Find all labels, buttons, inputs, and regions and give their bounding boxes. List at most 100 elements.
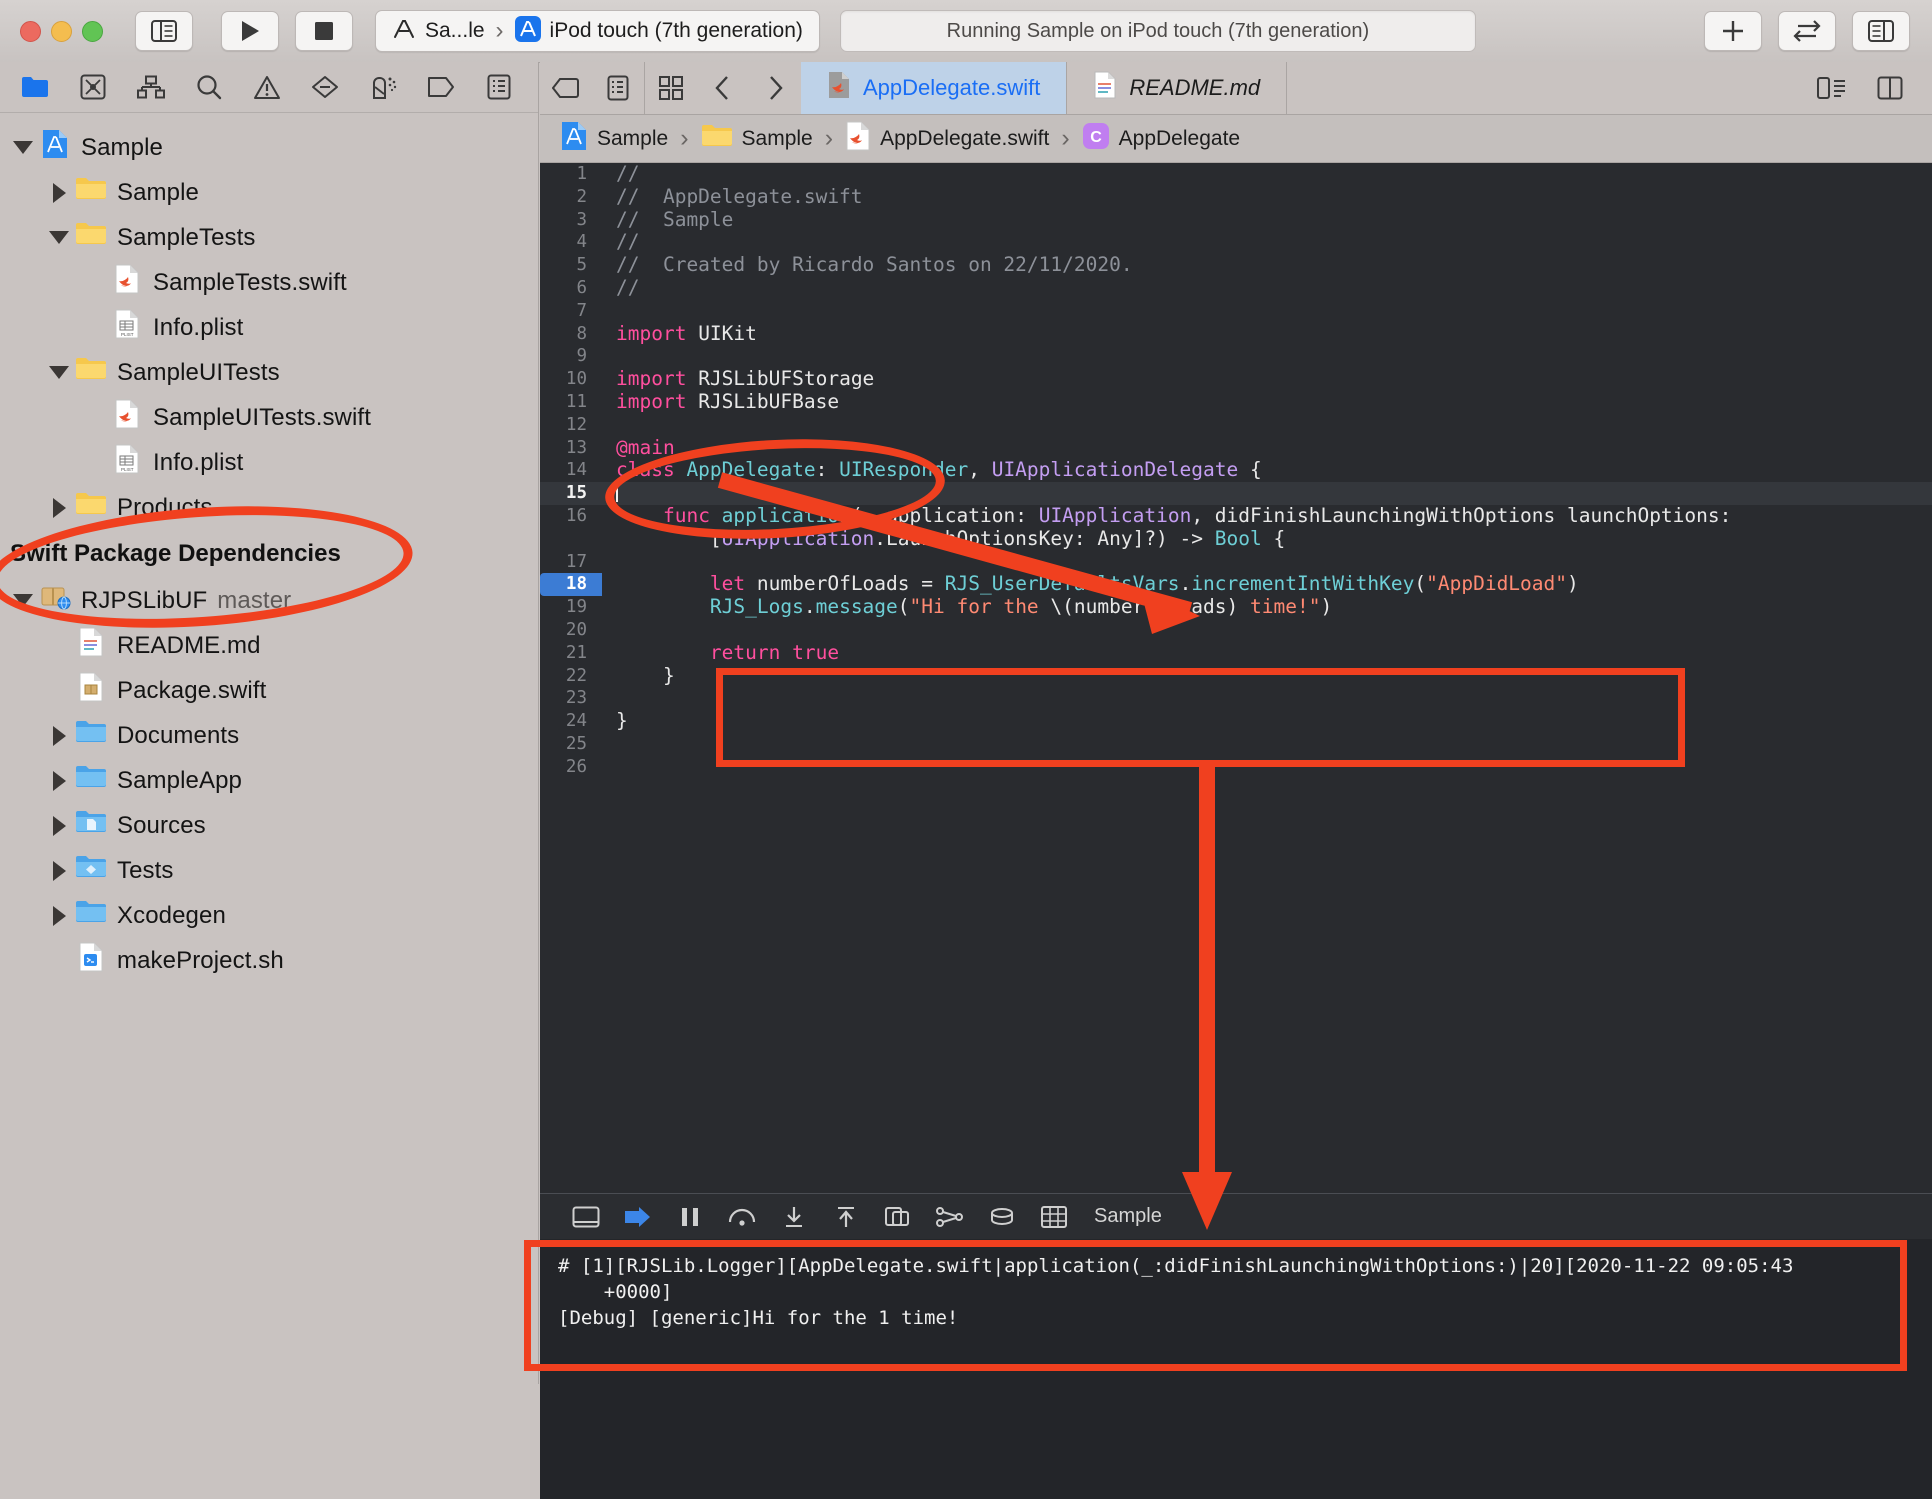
- breadcrumb-item[interactable]: Sample: [560, 121, 668, 157]
- line-number[interactable]: 23: [540, 687, 602, 710]
- tree-item[interactable]: PLISTInfo.plist: [0, 305, 538, 350]
- tree-item[interactable]: Products: [0, 485, 538, 530]
- line-number[interactable]: 22: [540, 665, 602, 688]
- tree-item[interactable]: SampleUITests.swift: [0, 395, 538, 440]
- code-line[interactable]: 16 func application(_ application: UIApp…: [540, 505, 1932, 528]
- breadcrumb-item[interactable]: AppDelegate.swift: [845, 121, 1049, 157]
- chevron-down-icon[interactable]: [8, 141, 38, 154]
- memory-graph-icon[interactable]: [924, 1205, 976, 1229]
- package-tree-item[interactable]: Documents: [0, 713, 538, 758]
- line-number[interactable]: 14: [540, 459, 602, 482]
- issue-navigator-icon[interactable]: [238, 65, 296, 109]
- step-over-icon[interactable]: [716, 1206, 768, 1228]
- package-tree-item[interactable]: Xcodegen: [0, 893, 538, 938]
- chevron-right-icon[interactable]: [44, 771, 74, 791]
- tree-item[interactable]: SampleTests: [0, 215, 538, 260]
- hide-console-icon[interactable]: [560, 1206, 612, 1228]
- code-line[interactable]: 17: [540, 551, 1932, 574]
- chevron-right-icon[interactable]: [44, 816, 74, 836]
- tree-item[interactable]: SampleTests.swift: [0, 260, 538, 305]
- code-line[interactable]: 1//: [540, 163, 1932, 186]
- test-navigator-icon[interactable]: [296, 65, 354, 109]
- code-line[interactable]: 19 RJS_Logs.message("Hi for the \(number…: [540, 596, 1932, 619]
- package-tree-item[interactable]: README.md: [0, 623, 538, 668]
- chevron-down-icon[interactable]: [44, 366, 74, 379]
- code-line[interactable]: [UIApplication.LaunchOptionsKey: Any]?) …: [540, 528, 1932, 551]
- line-number[interactable]: 7: [540, 300, 602, 323]
- code-line[interactable]: 4//: [540, 231, 1932, 254]
- line-number[interactable]: 19: [540, 596, 602, 619]
- package-tree-item[interactable]: Tests: [0, 848, 538, 893]
- line-number[interactable]: 17: [540, 551, 602, 574]
- tree-item[interactable]: Sample: [0, 125, 538, 170]
- line-number[interactable]: 12: [540, 414, 602, 437]
- view-hierarchy-icon[interactable]: [872, 1205, 924, 1229]
- code-line[interactable]: 20: [540, 619, 1932, 642]
- code-line[interactable]: 8import UIKit: [540, 323, 1932, 346]
- line-number[interactable]: 25: [540, 733, 602, 756]
- line-number[interactable]: 10: [540, 368, 602, 391]
- code-line[interactable]: 18 let numberOfLoads = RJS_UserDefaultsV…: [540, 573, 1932, 596]
- chevron-right-icon[interactable]: [44, 183, 74, 203]
- line-number[interactable]: 26: [540, 756, 602, 779]
- line-number[interactable]: 20: [540, 619, 602, 642]
- code-line[interactable]: 24}: [540, 710, 1932, 733]
- line-number[interactable]: 8: [540, 323, 602, 346]
- close-button[interactable]: [20, 21, 41, 42]
- code-line[interactable]: 12: [540, 414, 1932, 437]
- source-code-editor[interactable]: 1//2// AppDelegate.swift3// Sample4//5//…: [540, 163, 1932, 1193]
- code-line[interactable]: 13@main: [540, 437, 1932, 460]
- line-number[interactable]: 2: [540, 186, 602, 209]
- breadcrumb[interactable]: Sample›Sample›AppDelegate.swift›CAppDele…: [540, 115, 1932, 163]
- source-control-navigator-icon[interactable]: [64, 65, 122, 109]
- step-into-icon[interactable]: [768, 1205, 820, 1229]
- forward-icon[interactable]: [749, 62, 801, 114]
- tab-appdelegate-swift[interactable]: AppDelegate.swift: [801, 62, 1067, 114]
- stop-button[interactable]: [295, 11, 353, 51]
- breakpoint-navigator-icon[interactable]: [412, 65, 470, 109]
- code-line[interactable]: 2// AppDelegate.swift: [540, 186, 1932, 209]
- console-output[interactable]: # [1][RJSLib.Logger][AppDelegate.swift|a…: [540, 1239, 1932, 1499]
- code-line[interactable]: 14class AppDelegate: UIResponder, UIAppl…: [540, 459, 1932, 482]
- find-navigator-icon[interactable]: [180, 65, 238, 109]
- add-editor-icon[interactable]: [1864, 76, 1916, 100]
- run-button[interactable]: [221, 11, 279, 51]
- line-number[interactable]: 15: [540, 482, 602, 505]
- tab-readme-md[interactable]: README.md: [1067, 62, 1287, 114]
- package-tree-item[interactable]: RJPSLibUFmaster: [0, 578, 538, 623]
- code-line[interactable]: 7: [540, 300, 1932, 323]
- tag-icon[interactable]: [540, 62, 592, 114]
- package-tree-item[interactable]: SampleApp: [0, 758, 538, 803]
- sidebar-toggle-button[interactable]: [135, 11, 193, 51]
- tree-item[interactable]: PLISTInfo.plist: [0, 440, 538, 485]
- code-line[interactable]: 21 return true: [540, 642, 1932, 665]
- swap-editor-button[interactable]: [1778, 11, 1836, 51]
- project-navigator-icon[interactable]: [6, 65, 64, 109]
- line-number[interactable]: 3: [540, 209, 602, 232]
- code-line[interactable]: 3// Sample: [540, 209, 1932, 232]
- simulate-location-icon[interactable]: [976, 1206, 1028, 1228]
- line-number[interactable]: 21: [540, 642, 602, 665]
- code-line[interactable]: 5// Created by Ricardo Santos on 22/11/2…: [540, 254, 1932, 277]
- code-line[interactable]: 15: [540, 482, 1932, 505]
- line-number[interactable]: 9: [540, 345, 602, 368]
- line-number[interactable]: 16: [540, 505, 602, 528]
- chevron-right-icon[interactable]: [44, 861, 74, 881]
- code-line[interactable]: 11import RJSLibUFBase: [540, 391, 1932, 414]
- line-number[interactable]: 5: [540, 254, 602, 277]
- line-number[interactable]: 6: [540, 277, 602, 300]
- code-line[interactable]: 25: [540, 733, 1932, 756]
- pause-icon[interactable]: [664, 1206, 716, 1228]
- environment-overrides-icon[interactable]: [1028, 1205, 1080, 1229]
- chevron-right-icon[interactable]: [44, 906, 74, 926]
- breadcrumb-item[interactable]: CAppDelegate: [1082, 122, 1240, 156]
- package-tree-item[interactable]: Package.swift: [0, 668, 538, 713]
- tree-item[interactable]: SampleUITests: [0, 350, 538, 395]
- line-number[interactable]: 24: [540, 710, 602, 733]
- continue-icon[interactable]: [612, 1206, 664, 1228]
- grid-view-icon[interactable]: [645, 62, 697, 114]
- zoom-button[interactable]: [82, 21, 103, 42]
- tree-item[interactable]: Sample: [0, 170, 538, 215]
- chevron-down-icon[interactable]: [44, 231, 74, 244]
- back-icon[interactable]: [697, 62, 749, 114]
